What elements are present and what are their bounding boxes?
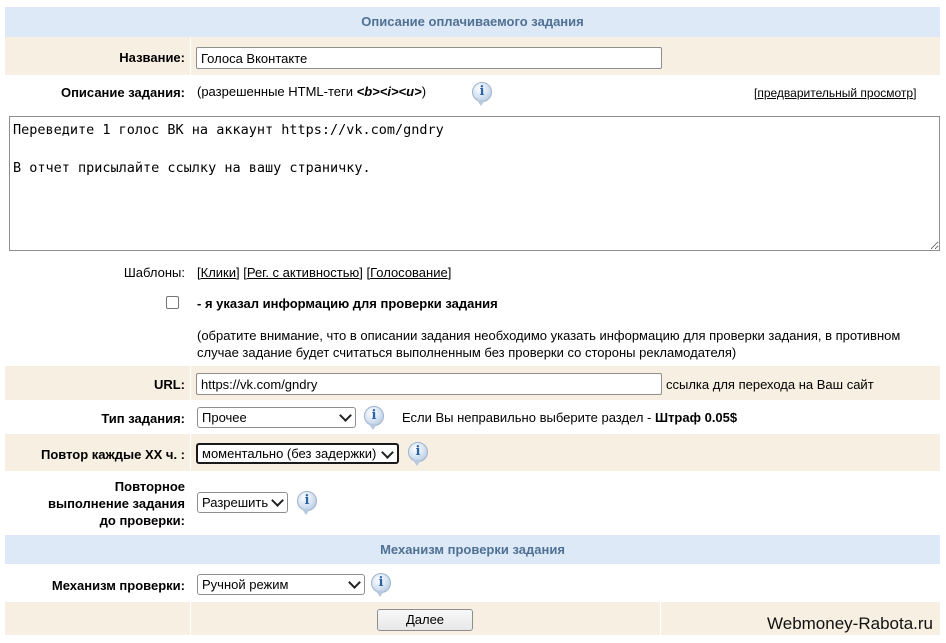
chevron-down-icon [339,409,352,422]
next-button[interactable]: Далее [377,609,473,631]
templates-label: Шаблоны: [123,265,185,280]
repeat-before-check-select[interactable]: Разрешить [197,492,288,513]
description-label: Описание задания: [60,85,185,100]
description-textarea[interactable]: Переведите 1 голос ВК на аккаунт https:/… [9,116,940,251]
url-hint: ссылка для перехода на Ваш сайт [666,377,874,392]
description-hint: (разрешенные HTML-теги <b><i><u>) [197,84,427,99]
section-header-check-mechanism: Механизм проверки задания [5,535,940,564]
chevron-down-icon [271,494,284,507]
repeat-select[interactable]: моментально (без задержки) [196,443,399,464]
preview-link-wrapper: [предварительный просмотр] [754,86,917,100]
repeat-label: Повтор каждые XX ч. : [41,447,185,462]
repeat-before-check-label: Повторное выполнение задания до проверки… [47,479,185,528]
title-label: Название: [119,50,185,65]
watermark-text: Webmoney-Rabota.ru [767,614,933,633]
verification-checkbox[interactable] [166,296,179,309]
penalty-amount: Штраф 0.05$ [655,410,738,425]
html-tags-hint: <b><i><u> [356,84,422,99]
task-type-select[interactable]: Прочее [197,407,356,428]
template-clicks-link[interactable]: Клики [201,265,236,280]
verification-checkbox-label: - я указал информацию для проверки задан… [197,296,498,311]
info-bubble-icon[interactable]: i [408,442,428,466]
templates-links: [Клики] [Рег. с активностью] [Голосовани… [197,265,452,280]
task-type-warning: Если Вы неправильно выберите раздел - Шт… [402,410,738,425]
info-bubble-icon[interactable]: i [364,406,384,430]
info-bubble-icon[interactable]: i [297,491,317,515]
section-header-task-description: Описание оплачиваемого задания [5,7,940,37]
mechanism-label: Механизм проверки: [51,578,185,593]
url-input[interactable] [196,373,662,395]
task-type-label: Тип задания: [101,411,185,426]
template-voting-link[interactable]: Голосование [370,265,448,280]
verification-note: (обратите внимание, что в описании задан… [197,328,901,360]
info-bubble-icon[interactable]: i [472,82,492,106]
chevron-down-icon [348,576,361,589]
title-input[interactable] [196,47,662,69]
mechanism-select[interactable]: Ручной режим [197,574,365,595]
info-bubble-icon[interactable]: i [371,573,391,597]
url-label: URL: [153,377,185,392]
template-reg-activity-link[interactable]: Рег. с активностью [247,265,359,280]
chevron-down-icon [381,446,394,459]
preview-link[interactable]: предварительный просмотр [757,86,913,100]
